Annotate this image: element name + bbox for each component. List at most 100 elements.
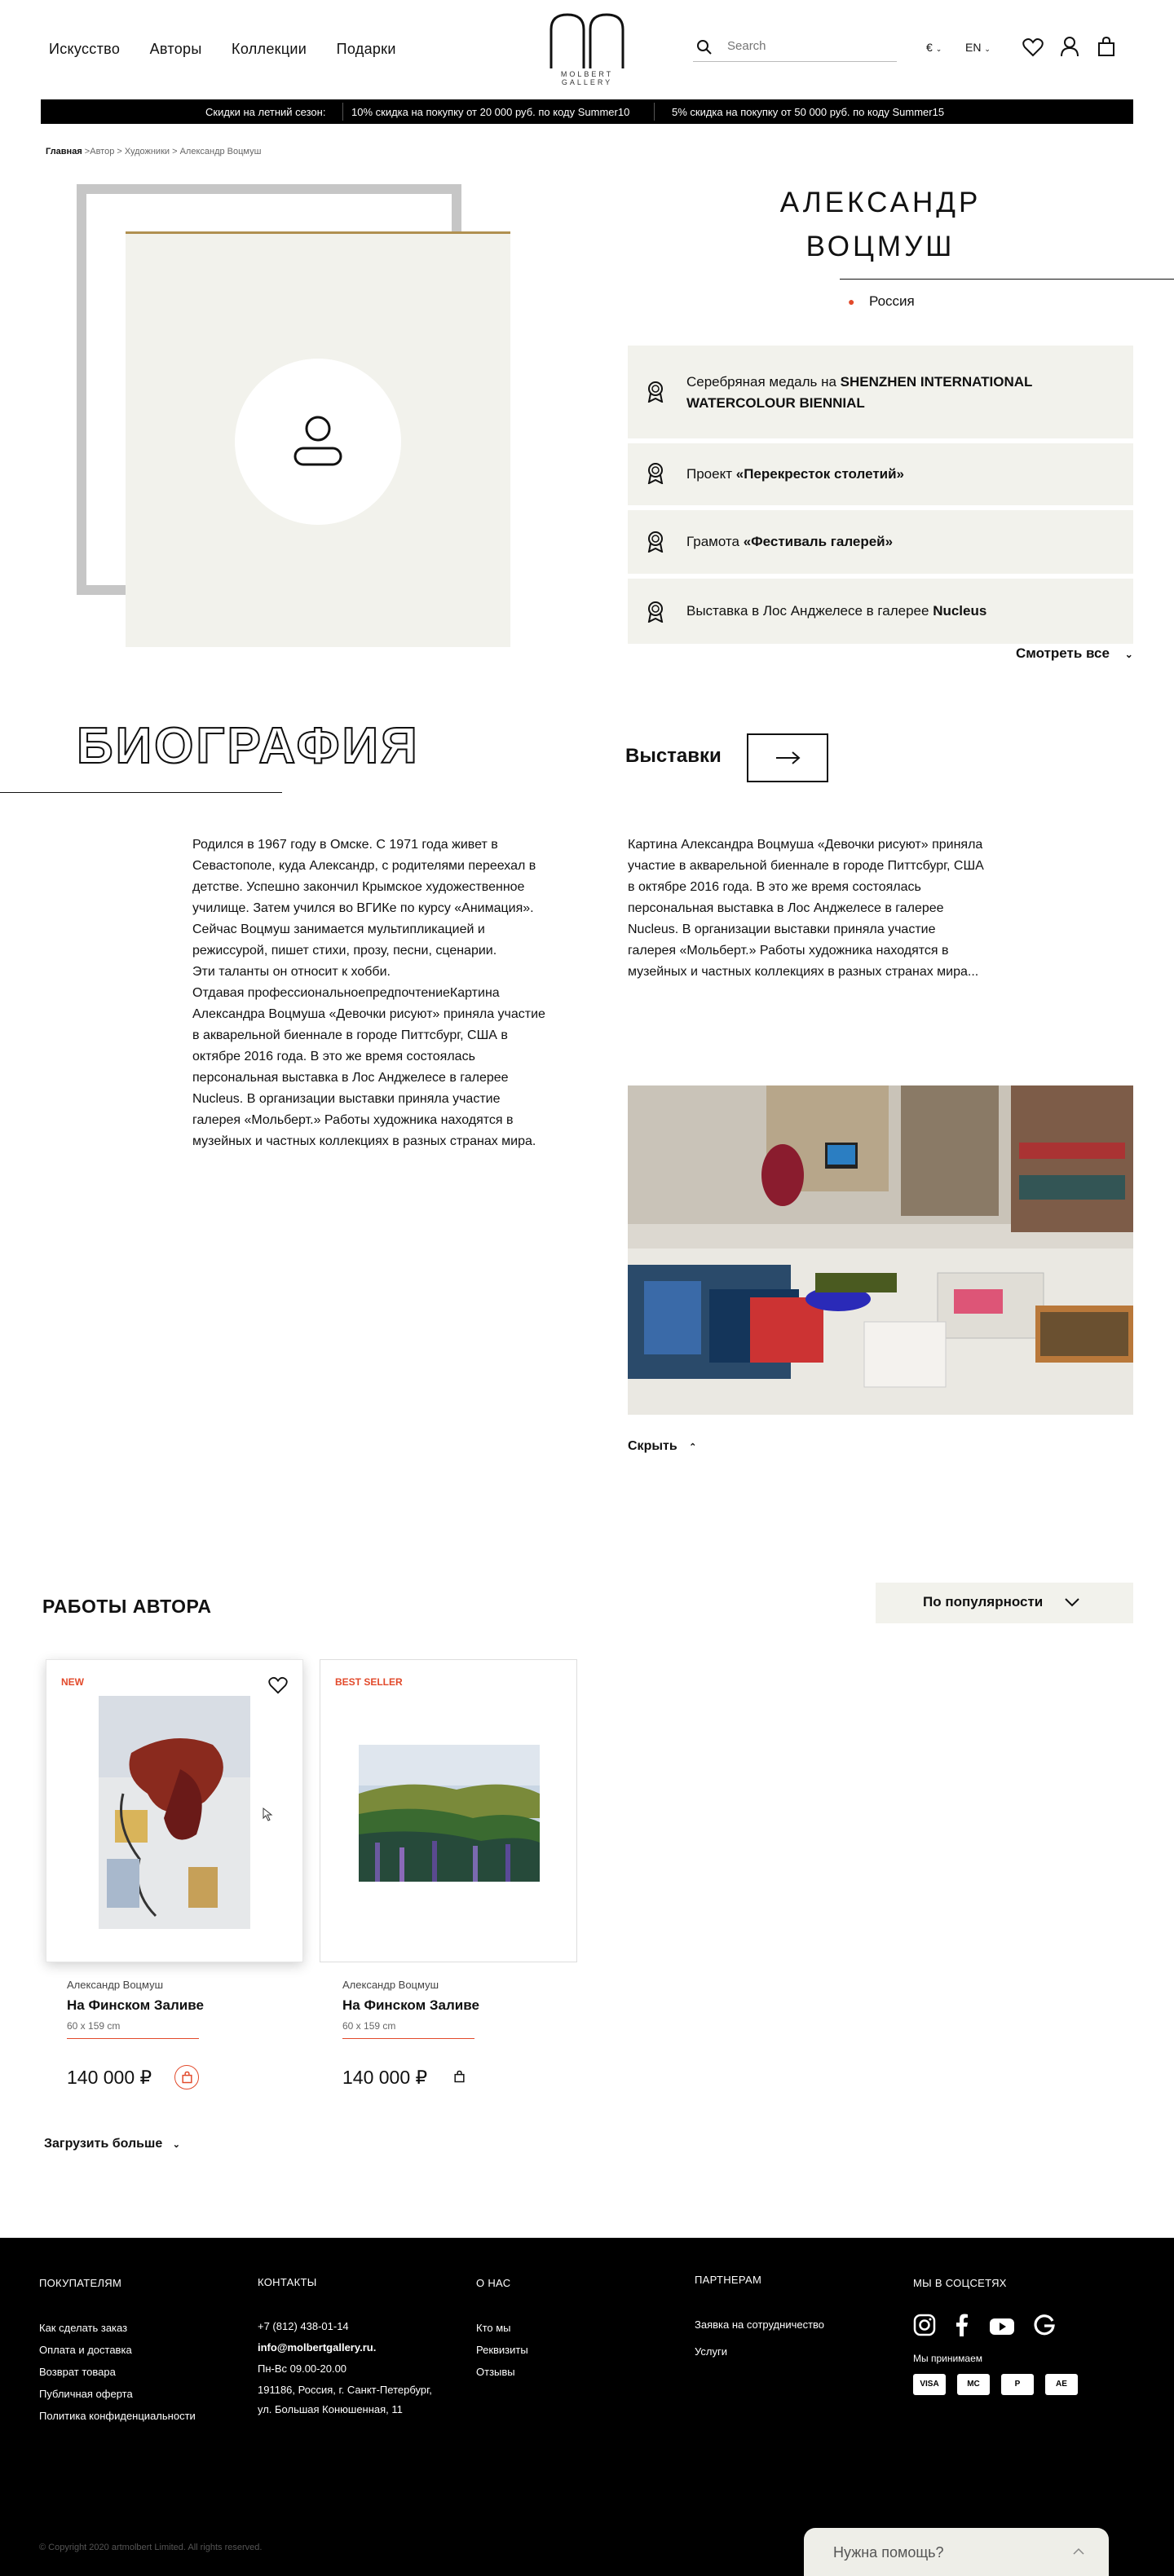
footer-heading: ПАРТНЕРАМ [695,2274,762,2286]
see-all-label: Смотреть все [1016,645,1110,661]
award-text: Грамота [686,534,744,549]
search-input[interactable] [727,39,890,53]
award-icon [647,381,664,403]
nav-collections[interactable]: Коллекции [232,41,307,57]
footer-link[interactable]: Оплата и доставка [39,2344,196,2356]
facebook-icon[interactable] [954,2314,969,2336]
exhibitions-text: Картина Александра Воцмуша «Девочки рису… [628,838,984,979]
cart-icon[interactable] [1097,36,1115,57]
contact-address: ул. Большая Конюшенная, 11 [258,2403,403,2415]
footer-link[interactable]: Политика конфиденциальности [39,2410,196,2422]
footer-link[interactable]: Заявка на сотрудничество [695,2318,824,2331]
nav-art[interactable]: Искусство [49,41,120,57]
exhibitions-button[interactable] [747,733,828,782]
footer-link[interactable]: Отзывы [476,2366,528,2378]
sort-select[interactable]: По популярности [876,1583,1133,1623]
logo[interactable]: MOLBERT GALLERY [548,11,626,86]
footer-link[interactable]: Реквизиты [476,2344,528,2356]
footer-about: О НАС Кто мы Реквизиты Отзывы [476,2277,528,2388]
artwork-size: 60 x 159 cm [342,2020,396,2032]
contact-phone[interactable]: +7 (812) 438-01-14 [258,2321,432,2332]
artwork-card[interactable]: NEW [46,1659,303,1962]
footer-partners: ПАРТНЕРАМ Заявка на сотрудничество Услуг… [695,2274,824,2367]
add-to-cart-button[interactable] [174,2065,199,2089]
youtube-icon[interactable] [989,2317,1015,2336]
avatar [235,359,401,525]
artwork-title[interactable]: На Финском Заливе [342,1997,479,2014]
paypal-icon: P [1001,2374,1034,2395]
search-icon[interactable] [696,39,713,55]
biography-text: Родился в 1967 году в Омске. С 1971 года… [192,838,545,1148]
footer-link[interactable]: Как сделать заказ [39,2322,196,2334]
artist-first-name: АЛЕКСАНДР [779,187,982,218]
award-text: Проект [686,466,736,482]
footer-contacts: КОНТАКТЫ +7 (812) 438-01-14 info@molbert… [258,2277,432,2425]
contact-email[interactable]: info@molbertgallery.ru. [258,2342,432,2354]
award-title: «Перекресток столетий» [735,466,905,482]
breadcrumb: Главная >Автор > Художники > Александр В… [46,147,261,156]
footer-heading: МЫ В СОЦСЕТЯХ [913,2277,1007,2289]
amex-icon: AE [1045,2374,1078,2395]
cart-icon[interactable] [454,2070,465,2083]
award-title: «Фестиваль галерей» [743,534,894,549]
instagram-icon[interactable] [913,2314,936,2336]
footer-link[interactable]: Кто мы [476,2322,528,2334]
promo-label: Скидки на летний сезон: [205,106,326,118]
artwork-image[interactable] [99,1696,250,1929]
user-icon[interactable] [1060,36,1079,57]
artist-country: Россия [869,293,915,309]
location-pin-icon: ● [848,295,855,308]
promo-offer-1: 10% скидка на покупку от 20 000 руб. по … [351,106,630,118]
language-value: EN [965,41,982,54]
award-icon [647,601,664,623]
payment-label: Мы принимаем [913,2353,983,2364]
artwork-card[interactable]: BEST SELLER [320,1659,577,1962]
divider [67,2038,199,2039]
social-links [913,2314,1089,2343]
sort-value: По популярности [923,1594,1044,1609]
search-box[interactable] [693,36,897,62]
heart-icon[interactable] [268,1676,288,1694]
footer-link[interactable]: Возврат товара [39,2366,196,2378]
artwork-image[interactable] [359,1745,540,1882]
nav-authors[interactable]: Авторы [150,41,202,57]
chevron-up-icon: ⌃ [689,1442,697,1452]
nav-gifts[interactable]: Подарки [337,41,396,57]
artist-last-name: ВОЦМУШ [805,231,956,262]
breadcrumb-home[interactable]: Главная [46,147,82,156]
hide-button[interactable]: Скрыть ⌃ [628,1439,696,1454]
divider [840,279,1174,280]
load-more-button[interactable]: Загрузить больше ⌄ [44,2137,180,2151]
artwork-author[interactable]: Александр Воцмуш [342,1979,479,1991]
footer-link[interactable]: Публичная оферта [39,2388,196,2400]
footer-buyers: ПОКУПАТЕЛЯМ Как сделать заказ Оплата и д… [39,2277,196,2432]
footer-social: МЫ В СОЦСЕТЯХ Мы принимаем VISA MC P AE [913,2277,1089,2395]
award-item: Выставка в Лос Анджелесе в галерее Nucle… [628,579,1133,644]
exhibitions-title: Выставки [625,745,722,767]
footer-link[interactable]: Услуги [695,2345,824,2358]
user-icon [294,416,342,466]
artist-name: АЛЕКСАНДР ВОЦМУШ [701,181,1060,269]
award-icon [647,531,664,553]
breadcrumb-path[interactable]: >Автор > Художники > Александр Воцмуш [82,147,262,156]
help-chat-button[interactable]: Нужна помощь? [804,2528,1109,2576]
studio-photo [628,1085,1133,1415]
artwork-info: Александр Воцмуш На Финском Заливе 60 x … [342,1979,479,2039]
language-select[interactable]: EN ⌄ [965,41,991,54]
award-title: Nucleus [933,603,987,619]
heart-icon[interactable] [1022,37,1044,57]
load-more-label: Загрузить больше [44,2137,163,2151]
help-label: Нужна помощь? [833,2544,944,2561]
currency-select[interactable]: € ⌄ [926,41,942,54]
footer-heading: КОНТАКТЫ [258,2276,317,2288]
artwork-title[interactable]: На Финском Заливе [67,1997,204,2014]
award-item: Серебряная медаль на SHENZHEN INTERNATIO… [628,346,1133,438]
google-icon[interactable] [1033,2314,1056,2336]
badge-new: NEW [61,1676,84,1688]
artwork-price: 140 000 ₽ [67,2067,152,2088]
see-all-button[interactable]: Смотреть все ⌄ [1016,645,1133,662]
works-title: РАБОТЫ АВТОРА [42,1596,212,1617]
artwork-author[interactable]: Александр Воцмуш [67,1979,204,1991]
chevron-down-icon [1065,1598,1079,1607]
award-item: Проект «Перекресток столетий» [628,443,1133,505]
